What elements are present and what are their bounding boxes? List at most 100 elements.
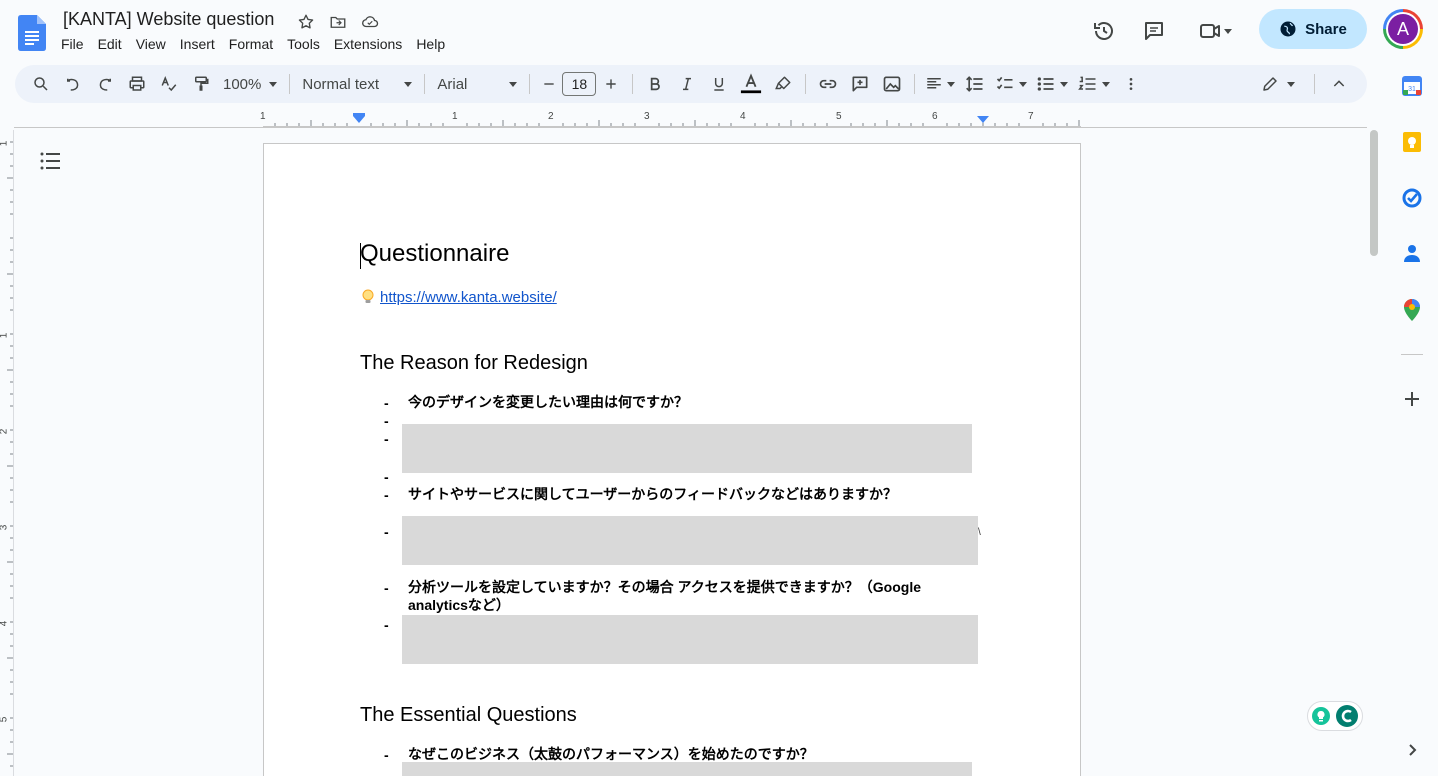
line-spacing-icon[interactable] (959, 70, 991, 98)
font-dropdown[interactable]: Arial (431, 76, 523, 93)
menu-tools[interactable]: Tools (280, 34, 327, 54)
document-page[interactable]: Questionnaire https://www.kanta.website/… (263, 143, 1081, 776)
grammarly-icon[interactable] (1335, 704, 1359, 728)
toolbar-divider (914, 74, 916, 94)
decrease-font-size-icon[interactable] (536, 70, 562, 98)
pencil-icon (1263, 77, 1277, 91)
more-options-icon[interactable] (1115, 70, 1147, 98)
docs-logo-icon[interactable] (18, 15, 46, 51)
calendar-icon[interactable]: 31 (1401, 75, 1423, 97)
align-caret-icon (947, 81, 956, 87)
insert-link-icon[interactable] (812, 70, 844, 98)
meet-caret-icon[interactable] (1224, 28, 1232, 34)
bulleted-list-caret-icon (1060, 81, 1069, 87)
contacts-icon[interactable] (1401, 243, 1423, 265)
align-left-icon (927, 78, 942, 89)
keep-icon[interactable] (1401, 131, 1423, 153)
star-icon[interactable] (295, 11, 317, 33)
menu-insert[interactable]: Insert (173, 34, 222, 54)
tasks-icon[interactable] (1401, 187, 1423, 209)
menu-view[interactable]: View (129, 34, 173, 54)
text-color-icon[interactable] (735, 70, 767, 98)
menu-edit[interactable]: Edit (91, 34, 129, 54)
share-button[interactable]: Share (1259, 9, 1367, 49)
globe-icon (1280, 21, 1296, 37)
list-bullet: - (384, 524, 389, 540)
cloud-saved-icon[interactable] (359, 11, 381, 33)
vruler-label: 1 (0, 141, 9, 147)
hide-menus-icon[interactable] (1323, 70, 1355, 98)
section-heading: The Reason for Redesign (360, 352, 588, 374)
underline-icon[interactable] (703, 70, 735, 98)
ruler-label: 3 (644, 111, 650, 122)
bulleted-list-dropdown[interactable] (1031, 70, 1073, 98)
paint-format-icon[interactable] (185, 70, 217, 98)
print-icon[interactable] (121, 70, 153, 98)
redacted-answer (402, 762, 972, 776)
ruler-label: 5 (836, 111, 842, 122)
menu-extensions[interactable]: Extensions (327, 34, 409, 54)
question-text: 分析ツールを設定していますか？その場合 アクセスを提供できますか？（Google… (408, 579, 921, 613)
ruler-ticks (263, 113, 1081, 127)
document-scrollbar[interactable] (1370, 130, 1378, 256)
add-comment-icon[interactable] (844, 70, 876, 98)
section-heading: The Essential Questions (360, 704, 577, 726)
list-bullet: - (384, 487, 389, 503)
numbered-list-dropdown[interactable] (1073, 70, 1115, 98)
undo-icon[interactable] (57, 70, 89, 98)
checklist-caret-icon (1019, 81, 1028, 87)
vruler-label: 1 (0, 333, 9, 339)
document-heading: Questionnaire (360, 240, 510, 267)
redacted-answer (402, 615, 978, 664)
redo-icon[interactable] (89, 70, 121, 98)
comments-icon[interactable] (1136, 13, 1172, 49)
list-bullet: - (384, 617, 389, 633)
font-value: Arial (437, 75, 468, 93)
menu-file[interactable]: File (54, 34, 91, 54)
insert-image-icon[interactable] (876, 70, 908, 98)
paragraph-style-dropdown[interactable]: Normal text (296, 76, 418, 93)
highlight-color-icon[interactable] (767, 70, 799, 98)
move-folder-icon[interactable] (327, 11, 349, 33)
maps-icon[interactable] (1401, 299, 1423, 321)
avatar-letter: A (1388, 14, 1418, 44)
vertical-ruler[interactable]: 1 1 2 3 4 5 (0, 130, 14, 776)
website-link[interactable]: https://www.kanta.website/ (380, 289, 557, 306)
increase-font-size-icon[interactable] (596, 70, 626, 98)
zoom-dropdown[interactable]: 100% (217, 76, 283, 93)
editing-mode-dropdown[interactable] (1256, 70, 1300, 98)
italic-icon[interactable] (671, 70, 703, 98)
lightbulb-assist-icon[interactable] (1311, 706, 1331, 726)
document-outline-icon[interactable] (38, 150, 62, 177)
font-size-input[interactable]: 18 (562, 72, 597, 96)
ruler-baseline (14, 127, 1367, 128)
ruler-label: 6 (932, 111, 938, 122)
menu-bar: File Edit View Insert Format Tools Exten… (54, 34, 452, 54)
checklist-dropdown[interactable] (991, 70, 1031, 98)
vruler-label: 4 (0, 621, 9, 627)
left-indent-marker-icon (353, 116, 365, 123)
menu-format[interactable]: Format (222, 34, 280, 54)
get-addons-icon[interactable] (1401, 388, 1423, 410)
style-caret-icon (404, 81, 413, 87)
toolbar-divider (632, 74, 634, 94)
writing-assistant-widget[interactable] (1307, 701, 1363, 731)
meet-video-icon[interactable] (1192, 13, 1228, 49)
list-bullet: - (384, 395, 389, 411)
checklist-icon (997, 76, 1013, 90)
document-title[interactable]: [KANTA] Website question (63, 9, 274, 30)
show-side-panel-icon[interactable] (1401, 739, 1423, 761)
spellcheck-icon[interactable] (153, 70, 185, 98)
align-dropdown[interactable] (921, 70, 959, 98)
ruler-label: 1 (260, 111, 266, 122)
avatar[interactable]: A (1383, 9, 1423, 49)
redacted-answer (402, 516, 978, 565)
search-menus-icon[interactable] (25, 70, 57, 98)
bold-icon[interactable] (639, 70, 671, 98)
right-indent-marker-icon (977, 116, 989, 123)
question-text: サイトやサービスに関してユーザーからのフィードバックなどはありますか？ (408, 486, 898, 502)
menu-help[interactable]: Help (409, 34, 452, 54)
version-history-icon[interactable] (1086, 13, 1122, 49)
paragraph-style-value: Normal text (302, 75, 380, 93)
horizontal-ruler[interactable]: 1 1 2 3 4 5 6 7 (260, 111, 1081, 127)
